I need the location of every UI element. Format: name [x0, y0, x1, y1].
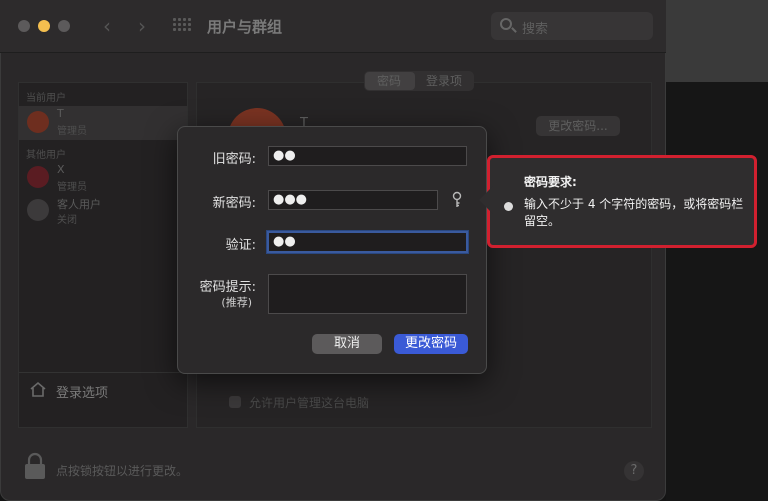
tab-login-items[interactable]: 登录项 [426, 72, 462, 92]
password-hint-field[interactable] [268, 274, 467, 314]
avatar-basketball [27, 111, 49, 133]
window-title: 用户与群组 [207, 18, 283, 36]
allow-admin-label: 允许用户管理这台电脑 [249, 396, 370, 410]
popover-title: 密码要求: [524, 175, 577, 189]
desktop-background-dark [666, 82, 768, 501]
login-options-label: 登录选项 [56, 386, 109, 401]
lock-icon[interactable] [24, 452, 46, 480]
search-placeholder: 搜索 [522, 22, 549, 37]
minimize-button[interactable] [38, 20, 50, 32]
back-arrow-icon[interactable]: ‹ [103, 14, 111, 38]
password-hint-sublabel: (推荐) [221, 296, 252, 309]
desktop-background [666, 0, 768, 82]
new-password-field[interactable]: ●●● [268, 190, 438, 210]
house-icon [30, 381, 46, 397]
change-password-button-bg[interactable]: 更改密码... [536, 116, 620, 136]
current-users-label: 当前用户 [26, 93, 66, 104]
zoom-button[interactable] [58, 20, 70, 32]
allow-admin-checkbox[interactable] [229, 396, 241, 408]
other-users-label: 其他用户 [26, 150, 66, 161]
guest-user-icon [27, 199, 49, 221]
guest-user-name[interactable]: 客人用户 [57, 196, 101, 212]
tab-password[interactable]: 密码 [377, 72, 401, 92]
current-user-role: 管理员 [57, 126, 87, 137]
verify-password-field[interactable]: ●● [267, 231, 468, 253]
avatar-user-x [27, 166, 49, 188]
old-password-label: 旧密码: [212, 152, 256, 167]
guest-user-status: 关闭 [57, 215, 77, 226]
lock-hint-text: 点按锁按钮以进行更改。 [56, 464, 189, 478]
confirm-change-password-button[interactable]: 更改密码 [394, 334, 468, 354]
current-user-name: T [57, 107, 64, 120]
search-field[interactable] [491, 12, 653, 40]
password-hint-label: 密码提示: [199, 280, 256, 295]
other-user-role: 管理员 [57, 182, 87, 193]
popover-arrow [479, 186, 493, 214]
other-user-name[interactable]: X [57, 163, 65, 176]
grid-view-icon[interactable] [173, 18, 191, 32]
key-icon[interactable] [451, 191, 463, 209]
popover-body: 输入不少于 4 个字符的密码，或将密码栏留空。 [524, 197, 744, 228]
cancel-button[interactable]: 取消 [312, 334, 382, 354]
help-button[interactable]: ? [624, 461, 644, 481]
old-password-field[interactable]: ●● [268, 146, 467, 166]
bullet-icon [504, 202, 513, 211]
verify-label: 验证: [225, 238, 256, 253]
close-button[interactable] [18, 20, 30, 32]
forward-arrow-icon[interactable]: › [138, 14, 146, 38]
new-password-label: 新密码: [212, 196, 256, 211]
